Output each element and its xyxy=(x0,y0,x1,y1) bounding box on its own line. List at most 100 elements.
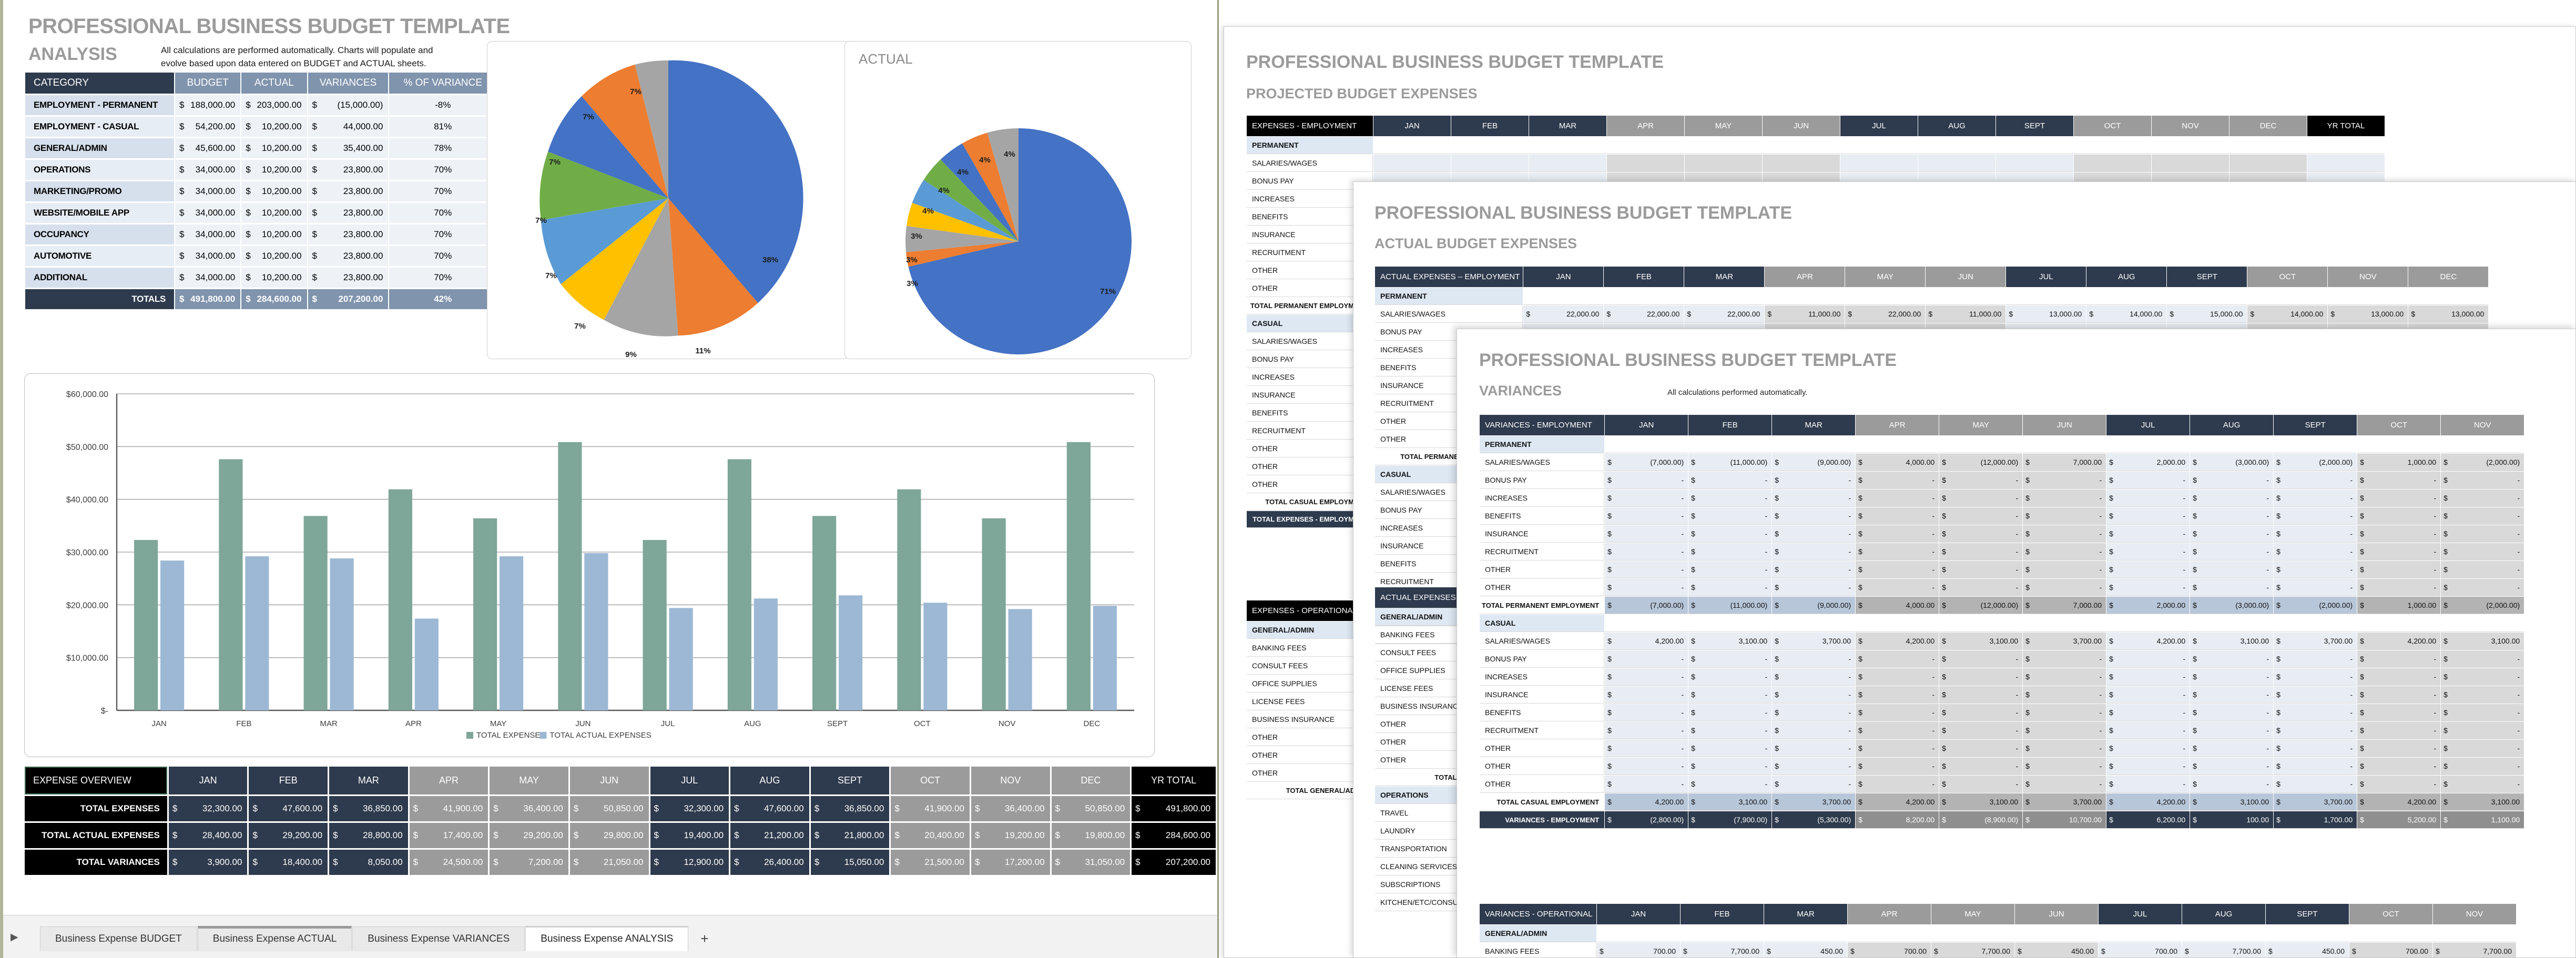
variances-employment-cell[interactable]: $ - xyxy=(2441,543,2524,560)
actual-expenses-cell[interactable] xyxy=(1765,288,1845,305)
variances-employment-cell[interactable]: $4,200.00 xyxy=(1605,793,1688,811)
variances-employment-cell[interactable]: $ - xyxy=(2106,579,2190,596)
variances-employment-cell[interactable]: $ - xyxy=(2274,507,2357,525)
projected-expenses-cell[interactable] xyxy=(1918,155,1995,172)
projected-expenses-cell[interactable] xyxy=(1840,137,1918,154)
variances-employment-cell[interactable]: $ - xyxy=(2357,758,2441,775)
variances-employment-cell[interactable]: $ - xyxy=(2190,668,2274,686)
variances-employment-cell[interactable]: $ - xyxy=(1772,579,1856,596)
projected-expenses-cell[interactable] xyxy=(1607,155,1684,172)
variances-employment-cell[interactable]: $ - xyxy=(1856,490,1939,507)
variances-employment-cell[interactable]: $ - xyxy=(2357,472,2441,489)
actual-expenses-cell[interactable] xyxy=(1523,288,1604,305)
variances-employment-cell[interactable]: $ - xyxy=(1939,650,2023,668)
variances-employment-cell[interactable]: $ - xyxy=(1688,776,1772,793)
variances-employment-cell[interactable]: $4,200.00 xyxy=(2357,633,2441,650)
projected-expenses-cell[interactable] xyxy=(2074,155,2151,172)
variances-employment-cell[interactable]: $ - xyxy=(2023,472,2106,489)
variances-employment-cell[interactable]: $ - xyxy=(2190,758,2274,775)
variances-employment-cell[interactable]: $4,200.00 xyxy=(2106,793,2190,811)
variances-employment-cell[interactable]: $ - xyxy=(1772,525,1856,543)
variances-employment-cell[interactable] xyxy=(2441,436,2524,453)
variances-employment-cell[interactable]: $ - xyxy=(2023,686,2106,704)
variances-employment-cell[interactable]: $ - xyxy=(1605,758,1688,775)
variances-operational-cell[interactable] xyxy=(2349,925,2432,942)
variances-employment-cell[interactable]: $ - xyxy=(2357,561,2441,578)
variances-employment-cell[interactable] xyxy=(2357,436,2441,453)
variances-employment-cell[interactable]: $ (2,000.00) xyxy=(2441,597,2524,614)
variances-employment-cell[interactable]: $ - xyxy=(2274,543,2357,560)
variances-employment-cell[interactable]: $4,000.00 xyxy=(1856,597,1939,614)
variances-operational-cell[interactable] xyxy=(2433,925,2516,942)
variances-employment-cell[interactable]: $ - xyxy=(1939,472,2023,489)
variances-employment-cell[interactable]: $3,700.00 xyxy=(2023,793,2106,811)
variances-employment-cell[interactable]: $ - xyxy=(1856,758,1939,775)
variances-employment-cell[interactable]: $ - xyxy=(2106,543,2190,560)
actual-expenses-cell[interactable]: $22,000.00 xyxy=(1604,305,1684,323)
variances-employment-cell[interactable] xyxy=(1939,615,2023,632)
actual-expenses-cell[interactable] xyxy=(2086,288,2167,305)
variances-employment-cell[interactable]: $2,000.00 xyxy=(2106,454,2190,471)
actual-expenses-cell[interactable]: $13,000.00 xyxy=(2006,305,2086,323)
variances-employment-cell[interactable]: $ (2,000.00) xyxy=(2274,597,2357,614)
variances-employment-cell[interactable]: $ - xyxy=(2357,722,2441,739)
variances-employment-cell[interactable]: $ - xyxy=(1605,776,1688,793)
variances-operational-cell[interactable] xyxy=(1931,925,2014,942)
variances-employment-cell[interactable]: $ - xyxy=(1688,722,1772,739)
variances-employment-cell[interactable]: $ - xyxy=(1939,776,2023,793)
variances-employment-cell[interactable]: $ - xyxy=(2023,758,2106,775)
projected-expenses-cell[interactable] xyxy=(1840,155,1918,172)
variances-employment-cell[interactable]: $ - xyxy=(1605,561,1688,578)
variances-employment-cell[interactable]: $ - xyxy=(2274,650,2357,668)
variances-employment-cell[interactable]: $ - xyxy=(1605,650,1688,668)
sheet-tab-business-expense-variances[interactable]: Business Expense VARIANCES xyxy=(352,926,525,951)
variances-employment-cell[interactable]: $ - xyxy=(1856,543,1939,560)
variances-employment-cell[interactable]: $ - xyxy=(2190,525,2274,543)
variances-operational-cell[interactable]: $700.00 xyxy=(1597,943,1680,957)
variances-employment-cell[interactable]: $ - xyxy=(1856,740,1939,757)
variances-employment-cell[interactable]: $ - xyxy=(1688,686,1772,704)
variances-operational-cell[interactable] xyxy=(2182,925,2265,942)
variances-operational-cell[interactable] xyxy=(2099,925,2182,942)
variances-employment-cell[interactable]: $ - xyxy=(1939,579,2023,596)
variances-employment-cell[interactable]: $ (2,000.00) xyxy=(2274,454,2357,471)
variances-employment-cell[interactable]: $ - xyxy=(1772,686,1856,704)
variances-operational-cell[interactable]: $450.00 xyxy=(2015,943,2098,957)
variances-employment-cell[interactable]: $ - xyxy=(2357,507,2441,525)
projected-expenses-cell[interactable] xyxy=(1996,137,2073,154)
actual-expenses-cell[interactable]: $13,000.00 xyxy=(2328,305,2408,323)
variances-employment-cell[interactable]: $ - xyxy=(1688,758,1772,775)
variances-employment-cell[interactable] xyxy=(2441,615,2524,632)
variances-employment-cell[interactable]: $ - xyxy=(2357,579,2441,596)
variances-employment-cell[interactable]: $ - xyxy=(2441,776,2524,793)
variances-employment-cell[interactable]: $ (5,300.00) xyxy=(1772,811,1856,829)
variances-employment-cell[interactable]: $ - xyxy=(2106,776,2190,793)
projected-expenses-cell[interactable] xyxy=(2152,155,2229,172)
variances-employment-cell[interactable]: $ - xyxy=(2357,740,2441,757)
variances-employment-cell[interactable]: $ - xyxy=(2274,561,2357,578)
variances-employment-cell[interactable]: $ - xyxy=(2190,722,2274,739)
variances-employment-cell[interactable]: $ - xyxy=(2023,561,2106,578)
variances-employment-cell[interactable]: $1,700.00 xyxy=(2274,811,2357,829)
variances-employment-cell[interactable]: $ - xyxy=(2023,507,2106,525)
variances-employment-cell[interactable]: $ - xyxy=(1688,525,1772,543)
variances-employment-cell[interactable]: $ - xyxy=(1856,686,1939,704)
actual-expenses-cell[interactable]: $22,000.00 xyxy=(1684,305,1765,323)
actual-expenses-cell[interactable] xyxy=(1604,288,1684,305)
variances-operational-cell[interactable] xyxy=(1848,925,1931,942)
variances-employment-cell[interactable] xyxy=(2357,615,2441,632)
variances-employment-cell[interactable]: $ - xyxy=(1688,579,1772,596)
variances-employment-cell[interactable]: $3,700.00 xyxy=(2274,793,2357,811)
actual-expenses-cell[interactable] xyxy=(2408,288,2489,305)
variances-employment-cell[interactable]: $ - xyxy=(2106,525,2190,543)
actual-expenses-cell[interactable] xyxy=(1926,288,2006,305)
variances-employment-cell[interactable]: $ - xyxy=(1856,525,1939,543)
variances-employment-cell[interactable]: $ - xyxy=(2357,668,2441,686)
variances-employment-cell[interactable]: $ - xyxy=(2274,704,2357,721)
variances-employment-cell[interactable]: $ - xyxy=(1939,686,2023,704)
variances-employment-cell[interactable] xyxy=(2023,436,2106,453)
variances-employment-cell[interactable]: $ - xyxy=(2441,472,2524,489)
variances-employment-cell[interactable]: $ - xyxy=(2274,758,2357,775)
variances-employment-cell[interactable]: $ - xyxy=(1939,704,2023,721)
variances-employment-cell[interactable]: $ - xyxy=(2357,650,2441,668)
